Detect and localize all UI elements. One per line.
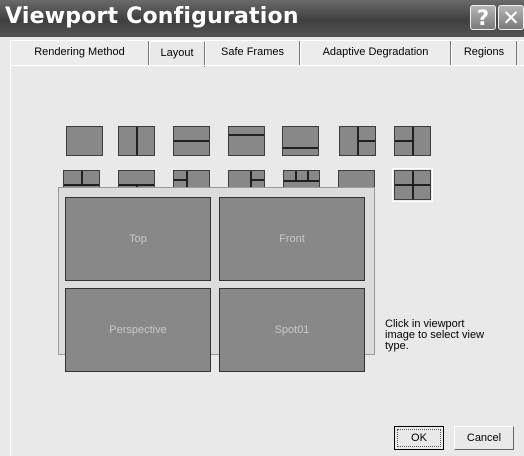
cancel-button[interactable]: Cancel <box>454 426 514 450</box>
layout-two-horizontal-icon[interactable] <box>173 126 210 156</box>
layout-top-strip-icon[interactable] <box>228 126 265 156</box>
viewport-front[interactable]: Front <box>219 197 365 281</box>
layout-four-equal-icon[interactable] <box>392 168 433 202</box>
viewport-preview: Top Front Perspective Spot01 <box>58 187 375 372</box>
layout-bottom-strip-icon[interactable] <box>282 126 319 156</box>
ok-button[interactable]: OK <box>394 426 444 450</box>
layout-three-right-split-icon[interactable] <box>339 126 376 156</box>
viewport-perspective[interactable]: Perspective <box>65 288 211 372</box>
title-bar[interactable]: Viewport Configuration ? ✕ <box>0 0 524 37</box>
tab-safe-frames[interactable]: Safe Frames <box>205 41 300 65</box>
help-button[interactable]: ? <box>470 5 496 30</box>
tab-bar: Rendering Method Layout Safe Frames Adap… <box>10 40 524 67</box>
close-button[interactable]: ✕ <box>498 5 524 30</box>
tab-layout[interactable]: Layout <box>149 41 205 67</box>
tab-regions[interactable]: Regions <box>451 41 517 65</box>
layout-single-icon[interactable] <box>66 126 103 156</box>
viewport-top[interactable]: Top <box>65 197 211 281</box>
hint-text: Click in viewport image to select view t… <box>385 318 485 352</box>
viewport-spot01[interactable]: Spot01 <box>219 288 365 372</box>
window-title: Viewport Configuration <box>5 4 299 29</box>
tab-rendering-method[interactable]: Rendering Method <box>10 41 149 65</box>
layout-two-vertical-icon[interactable] <box>118 126 155 156</box>
layout-three-left-split-icon[interactable] <box>394 126 431 156</box>
tab-adaptive-degradation[interactable]: Adaptive Degradation <box>300 41 451 65</box>
viewport-configuration-dialog: Viewport Configuration ? ✕ Rendering Met… <box>0 0 524 456</box>
